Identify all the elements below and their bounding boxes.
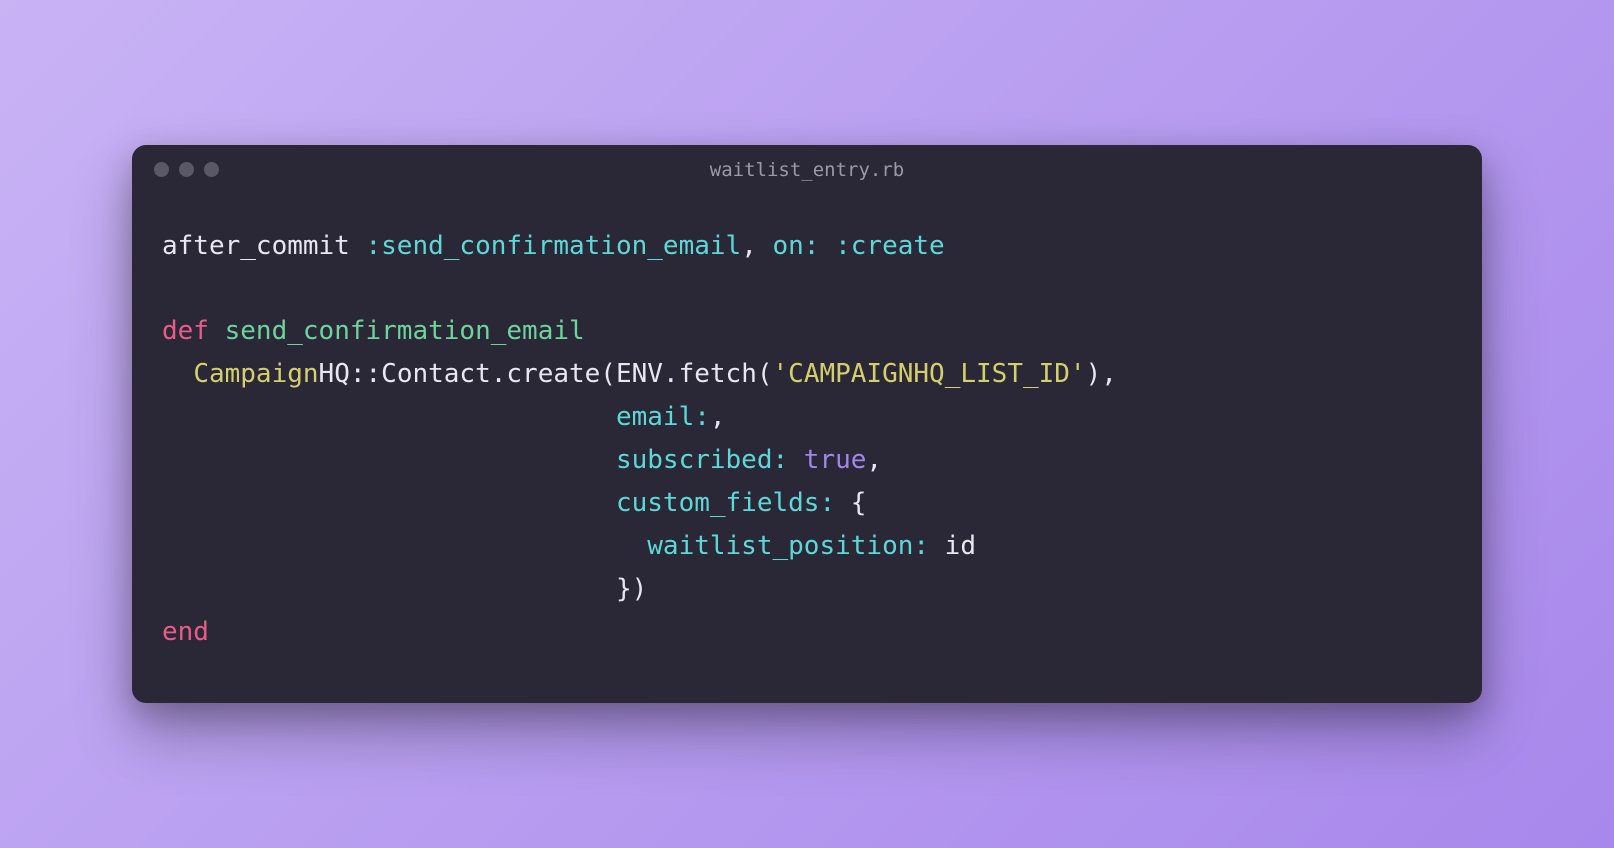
code-token	[162, 574, 616, 604]
code-token	[162, 402, 616, 432]
code-token: ,	[741, 231, 757, 261]
code-token	[162, 445, 616, 475]
code-token: {	[835, 488, 866, 518]
code-token: :create	[835, 231, 945, 261]
maximize-icon[interactable]	[204, 162, 219, 177]
code-token: true	[804, 445, 867, 475]
code-token: email:	[616, 402, 710, 432]
code-token: })	[616, 574, 647, 604]
code-token: on:	[773, 231, 820, 261]
code-token: after_commit	[162, 231, 350, 261]
code-token	[162, 531, 647, 561]
code-token: Campaign	[193, 359, 318, 389]
code-token: ,	[866, 445, 882, 475]
code-token: custom_fields:	[616, 488, 835, 518]
code-token: .create(	[491, 359, 616, 389]
filename: waitlist_entry.rb	[710, 159, 904, 181]
code-token: waitlist_position:	[647, 531, 929, 561]
close-icon[interactable]	[154, 162, 169, 177]
code-token: HQ::Contact	[319, 359, 491, 389]
code-token	[162, 359, 193, 389]
code-token: .fetch(	[663, 359, 773, 389]
code-token: ),	[1086, 359, 1117, 389]
code-token: ENV	[616, 359, 663, 389]
editor-window: waitlist_entry.rb after_commit :send_con…	[132, 145, 1482, 704]
traffic-lights	[154, 162, 219, 177]
code-token: id	[929, 531, 976, 561]
titlebar: waitlist_entry.rb	[132, 145, 1482, 195]
code-token: ,	[710, 402, 726, 432]
code-token: subscribed:	[616, 445, 788, 475]
code-token: 'CAMPAIGNHQ_LIST_ID'	[773, 359, 1086, 389]
code-token	[162, 488, 616, 518]
code-token: end	[162, 617, 209, 647]
code-token: send_confirmation_email	[225, 316, 585, 346]
code-content: after_commit :send_confirmation_email, o…	[132, 195, 1482, 704]
code-token: def	[162, 316, 209, 346]
minimize-icon[interactable]	[179, 162, 194, 177]
code-token: :send_confirmation_email	[366, 231, 742, 261]
